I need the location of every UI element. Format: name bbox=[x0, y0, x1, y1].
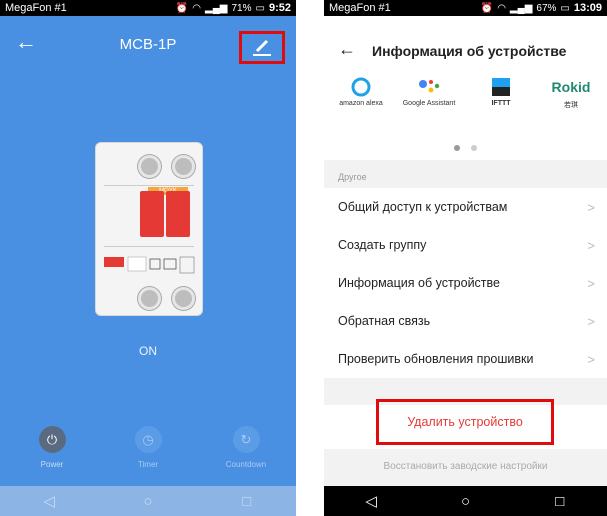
carrier-label: MegaFon #1 bbox=[329, 2, 391, 14]
status-bar: MegaFon #1 ⏰ ◠ ▂▄▆ 67% ▭ 13:09 bbox=[324, 0, 607, 16]
page-title: Информация об устройстве bbox=[372, 43, 567, 59]
rokid-logo-text: Rokid bbox=[551, 79, 591, 95]
battery-percent: 67% bbox=[536, 2, 557, 14]
menu-item-label: Обратная связь bbox=[338, 314, 431, 328]
integration-google-assistant[interactable]: Google Assistant bbox=[394, 76, 464, 107]
google-assistant-icon bbox=[419, 80, 440, 93]
integrations-carousel[interactable]: amazon alexa Google Assistant IFTTT Roki… bbox=[324, 74, 607, 160]
timer-icon: ◷ bbox=[134, 426, 162, 453]
battery-icon: ▭ bbox=[255, 2, 265, 14]
countdown-icon: ↻ bbox=[232, 426, 260, 453]
countdown-button[interactable]: ↻ Countdown bbox=[216, 426, 276, 469]
wifi-icon: ◠ bbox=[497, 2, 506, 14]
wifi-icon: ◠ bbox=[192, 2, 202, 14]
device-state: ON bbox=[139, 344, 157, 358]
power-label: Power bbox=[40, 460, 64, 469]
screw-icon bbox=[138, 287, 161, 310]
battery-icon: ▭ bbox=[560, 2, 570, 14]
header: ← Информация об устройстве bbox=[324, 16, 607, 74]
alarm-icon: ⏰ bbox=[480, 2, 494, 14]
integration-rokid[interactable]: Rokid 若琪 bbox=[536, 76, 606, 110]
countdown-label: Countdown bbox=[225, 460, 267, 469]
battery-percent: 71% bbox=[231, 2, 252, 14]
integration-name: Google Assistant bbox=[402, 100, 456, 107]
section-label-other: Другое bbox=[338, 172, 367, 182]
breaker-lever bbox=[140, 191, 164, 237]
integration-alexa[interactable]: amazon alexa bbox=[326, 76, 396, 107]
pencil-icon bbox=[253, 39, 271, 56]
alarm-icon: ⏰ bbox=[175, 2, 189, 14]
ifttt-icon bbox=[492, 78, 510, 96]
menu-item-label: Создать группу bbox=[338, 238, 427, 252]
nav-back-icon[interactable]: ◁ bbox=[351, 492, 391, 510]
integration-ifttt[interactable]: IFTTT bbox=[466, 76, 536, 107]
edit-button[interactable] bbox=[239, 31, 285, 64]
chevron-right-icon: > bbox=[587, 351, 595, 367]
settings-menu: Общий доступ к устройствам > Создать гру… bbox=[324, 188, 607, 378]
menu-item-feedback[interactable]: Обратная связь > bbox=[324, 302, 607, 340]
carousel-dots bbox=[324, 138, 607, 156]
clock: 9:52 bbox=[268, 2, 291, 14]
signal-icon: ▂▄▆ bbox=[205, 2, 228, 14]
integration-name: IFTTT bbox=[491, 100, 511, 107]
chevron-right-icon: > bbox=[587, 199, 595, 215]
menu-item-sharing[interactable]: Общий доступ к устройствам > bbox=[324, 188, 607, 226]
menu-item-label: Общий доступ к устройствам bbox=[338, 200, 508, 214]
left-phone-screen: MegaFon #1 ⏰ ◠ ▂▄▆ 71% ▭ 9:52 ← MCB-1P M… bbox=[0, 0, 296, 516]
nav-home-icon[interactable]: ○ bbox=[128, 493, 168, 510]
chevron-right-icon: > bbox=[587, 275, 595, 291]
right-phone-screen: MegaFon #1 ⏰ ◠ ▂▄▆ 67% ▭ 13:09 ← Информа… bbox=[324, 0, 607, 516]
rokid-icon: Rokid bbox=[536, 76, 606, 98]
nav-back-icon[interactable]: ◁ bbox=[29, 492, 69, 510]
nav-bar: ◁ ○ □ bbox=[0, 486, 296, 516]
top-bar: ← MCB-1P bbox=[0, 16, 296, 72]
integration-name: 若琪 bbox=[564, 102, 578, 109]
timer-button[interactable]: ◷ Timer bbox=[118, 426, 178, 469]
clock: 13:09 bbox=[573, 2, 602, 14]
nav-recent-icon[interactable]: □ bbox=[227, 493, 267, 510]
delete-section: Удалить устройство bbox=[324, 399, 607, 449]
breaker-image: MOYK bbox=[95, 142, 203, 316]
menu-item-create-group[interactable]: Создать группу > bbox=[324, 226, 607, 264]
delete-device-button[interactable]: Удалить устройство bbox=[376, 399, 554, 445]
back-arrow-icon[interactable]: ← bbox=[338, 40, 356, 58]
screw-icon bbox=[172, 287, 195, 310]
screw-icon bbox=[172, 155, 195, 178]
menu-item-label: Проверить обновления прошивки bbox=[338, 352, 534, 366]
screw-icon bbox=[138, 155, 161, 178]
status-bar: MegaFon #1 ⏰ ◠ ▂▄▆ 71% ▭ 9:52 bbox=[0, 0, 296, 16]
menu-item-label: Информация об устройстве bbox=[338, 276, 500, 290]
menu-item-device-info[interactable]: Информация об устройстве > bbox=[324, 264, 607, 302]
power-icon: ⏻ bbox=[38, 426, 66, 453]
nav-recent-icon[interactable]: □ bbox=[540, 493, 580, 510]
carrier-label: MegaFon #1 bbox=[5, 2, 67, 14]
signal-icon: ▂▄▆ bbox=[509, 2, 533, 14]
chevron-right-icon: > bbox=[587, 313, 595, 329]
power-button[interactable]: ⏻ Power bbox=[22, 426, 82, 469]
breaker-lever bbox=[166, 191, 190, 237]
nav-bar: ◁ ○ □ bbox=[324, 486, 607, 516]
factory-reset-button[interactable]: Восстановить заводские настройки bbox=[324, 461, 607, 472]
menu-item-firmware-update[interactable]: Проверить обновления прошивки > bbox=[324, 340, 607, 378]
chevron-right-icon: > bbox=[587, 237, 595, 253]
dot-inactive bbox=[470, 145, 477, 151]
nav-home-icon[interactable]: ○ bbox=[445, 493, 485, 510]
timer-label: Timer bbox=[137, 460, 159, 469]
integration-name: amazon alexa bbox=[339, 100, 383, 107]
breaker-rating-label bbox=[104, 256, 195, 274]
dot-active bbox=[454, 145, 461, 151]
alexa-icon bbox=[351, 77, 371, 97]
